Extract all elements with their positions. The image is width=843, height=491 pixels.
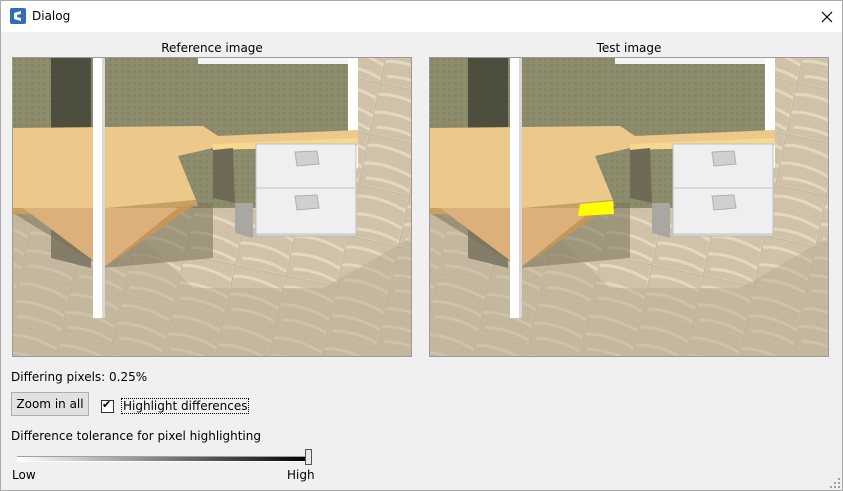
window-title: Dialog	[32, 9, 71, 23]
close-button[interactable]	[812, 1, 842, 32]
resize-grip-icon[interactable]	[830, 478, 840, 488]
slider-thumb[interactable]	[305, 449, 312, 465]
slider-high-label: High	[287, 468, 315, 482]
test-image-label: Test image	[596, 41, 662, 55]
differing-pixels-text: Differing pixels: 0.25%	[11, 370, 148, 384]
slider-low-label: Low	[12, 468, 36, 482]
highlight-differences-checkbox[interactable]: ✔ Highlight differences	[101, 397, 250, 414]
tolerance-label: Difference tolerance for pixel highlight…	[11, 429, 261, 443]
tolerance-slider[interactable]	[17, 448, 313, 470]
zoom-in-all-button[interactable]: Zoom in all	[11, 392, 89, 416]
title-bar: Dialog	[1, 1, 842, 32]
checkmark-icon: ✔	[102, 397, 112, 411]
checkbox-box[interactable]: ✔	[101, 397, 114, 413]
reference-image	[12, 57, 412, 357]
app-logo-icon	[10, 8, 26, 24]
close-icon	[821, 11, 833, 22]
slider-track[interactable]	[17, 456, 309, 462]
dialog-body: Reference image Test image Differing pix…	[1, 32, 842, 490]
reference-image-label: Reference image	[161, 41, 263, 55]
highlight-differences-label[interactable]: Highlight differences	[121, 398, 250, 414]
dialog-window: Dialog Reference image Test image Differ…	[0, 0, 843, 491]
test-image	[429, 57, 829, 357]
